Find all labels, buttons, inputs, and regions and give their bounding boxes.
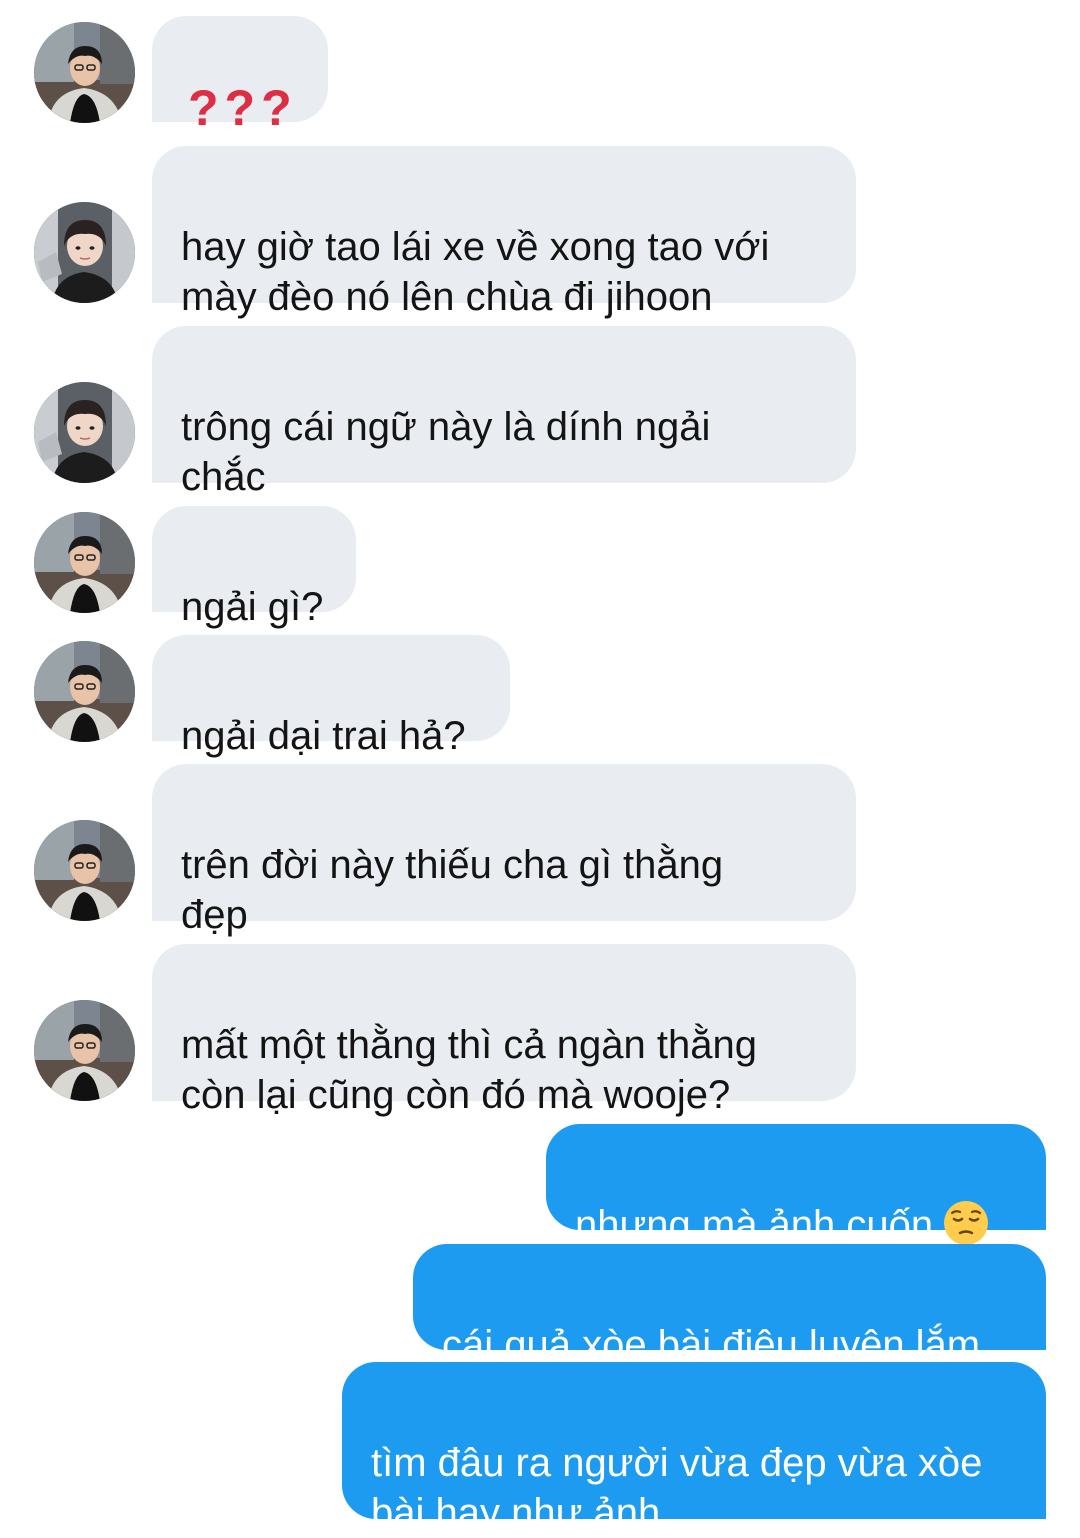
avatar[interactable] [34,641,135,742]
message-bubble-incoming[interactable]: hay giờ tao lái xe về xong tao với mày đ… [152,146,856,319]
avatar[interactable] [34,382,135,483]
message-bubble-outgoing[interactable]: cái quả xòe bài điêu luyện lắm [413,1244,1046,1367]
message-bubble-incoming[interactable]: trên đời này thiếu cha gì thằng đẹp [152,764,856,937]
message-bubble-outgoing[interactable]: nhưng mà ảnh cuốn [546,1124,1046,1247]
message-text: nhưng mà ảnh cuốn [575,1203,934,1247]
message-text: mất một thằng thì cả ngàn thằng còn lại … [181,1023,757,1117]
message-bubble-outgoing[interactable]: tìm đâu ra người vừa đẹp vừa xòe bài hay… [342,1362,1046,1535]
message-bubble-incoming[interactable]: ngải dại trai hả? [152,635,510,758]
message-text: tìm đâu ra người vừa đẹp vừa xòe bài hay… [371,1441,983,1535]
message-bubble-incoming[interactable]: ??? [152,16,328,136]
avatar[interactable] [34,820,135,921]
message-bubble-incoming[interactable]: mất một thằng thì cả ngàn thằng còn lại … [152,944,856,1117]
message-text: trông cái ngữ này là dính ngải chắc [181,405,711,499]
message-text: ngải dại trai hả? [181,714,466,758]
message-text: hay giờ tao lái xe về xong tao với mày đ… [181,225,770,319]
message-text: ??? [188,80,298,136]
avatar[interactable] [34,1000,135,1101]
message-text: trên đời này thiếu cha gì thằng đẹp [181,843,724,937]
message-bubble-incoming[interactable]: ngải gì? [152,506,356,629]
avatar[interactable] [34,512,135,613]
message-bubble-incoming[interactable]: trông cái ngữ này là dính ngải chắc [152,326,856,499]
avatar[interactable] [34,22,135,123]
message-text: cái quả xòe bài điêu luyện lắm [442,1323,981,1367]
message-text: ngải gì? [181,585,324,629]
pensive-face-icon [943,1200,989,1246]
avatar[interactable] [34,202,135,303]
